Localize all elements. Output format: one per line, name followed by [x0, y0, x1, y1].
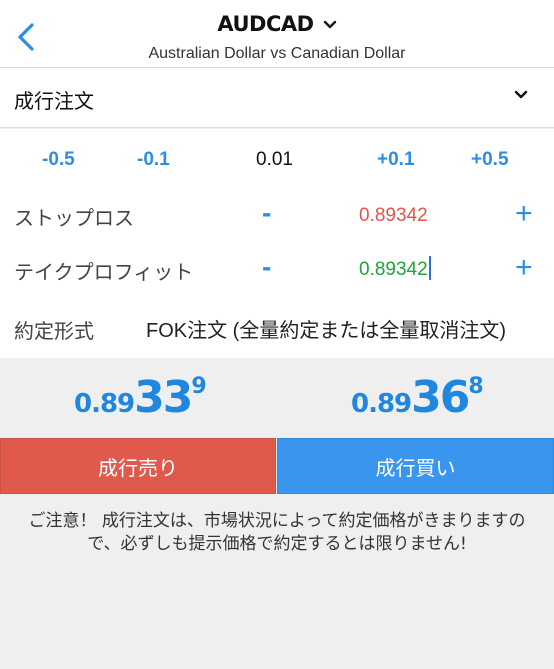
fill-policy-label: 約定形式	[14, 319, 94, 343]
fill-policy-value[interactable]: FOK注文 (全量約定または全量取消注文)	[146, 314, 506, 343]
order-form: -0.5 -0.1 0.01 +0.1 +0.5 ストップロス - 0.8934…	[0, 129, 554, 358]
buy-price-pipette: 8	[468, 374, 484, 399]
market-order-notice: ご注意！ 成行注文は、市場状況によって約定価格がきまりますので、必ずしも提示価格…	[28, 511, 526, 554]
step-plus-0-1-button[interactable]: +0.1	[377, 149, 415, 171]
chevron-down-icon	[323, 20, 336, 28]
sell-price-main: 33	[134, 372, 193, 423]
instrument-subtitle: Australian Dollar vs Canadian Dollar	[148, 45, 406, 62]
take-profit-value: 0.89342	[359, 259, 428, 280]
text-cursor	[428, 256, 431, 281]
take-profit-plus-button[interactable]: +	[515, 251, 533, 285]
market-sell-button[interactable]: 成行売り	[0, 438, 276, 494]
take-profit-input[interactable]: 0.89342	[359, 256, 431, 281]
stop-loss-plus-button[interactable]: +	[515, 197, 533, 231]
buy-price-main: 36	[411, 372, 470, 423]
take-profit-label: テイクプロフィット	[14, 260, 194, 284]
sell-price-pipette: 9	[191, 374, 207, 399]
chevron-down-icon	[514, 90, 528, 99]
instrument-title: AUDCAD	[217, 12, 314, 36]
navigation-header: AUDCAD Australian Dollar vs Canadian Dol…	[0, 0, 554, 68]
step-minus-0-1-button[interactable]: -0.1	[137, 149, 170, 171]
buy-price: 0.89368	[351, 372, 484, 423]
sell-price: 0.89339	[74, 372, 207, 423]
step-minus-0-5-button[interactable]: -0.5	[42, 149, 75, 171]
stop-loss-label: ストップロス	[14, 206, 134, 230]
buy-price-prefix: 0.89	[351, 389, 412, 419]
price-panel: 0.89339 0.89368	[0, 358, 554, 438]
step-size-value[interactable]: 0.01	[256, 149, 293, 171]
sell-price-prefix: 0.89	[74, 389, 135, 419]
order-type-selector[interactable]: 成行注文	[0, 68, 554, 128]
market-buy-button[interactable]: 成行買い	[277, 438, 554, 494]
take-profit-minus-button[interactable]: -	[262, 251, 271, 283]
stop-loss-input[interactable]: 0.89342	[359, 205, 428, 227]
order-type-label: 成行注文	[14, 89, 94, 113]
instrument-selector[interactable]: AUDCAD	[0, 12, 554, 36]
stop-loss-minus-button[interactable]: -	[262, 197, 271, 229]
step-plus-0-5-button[interactable]: +0.5	[471, 149, 509, 171]
